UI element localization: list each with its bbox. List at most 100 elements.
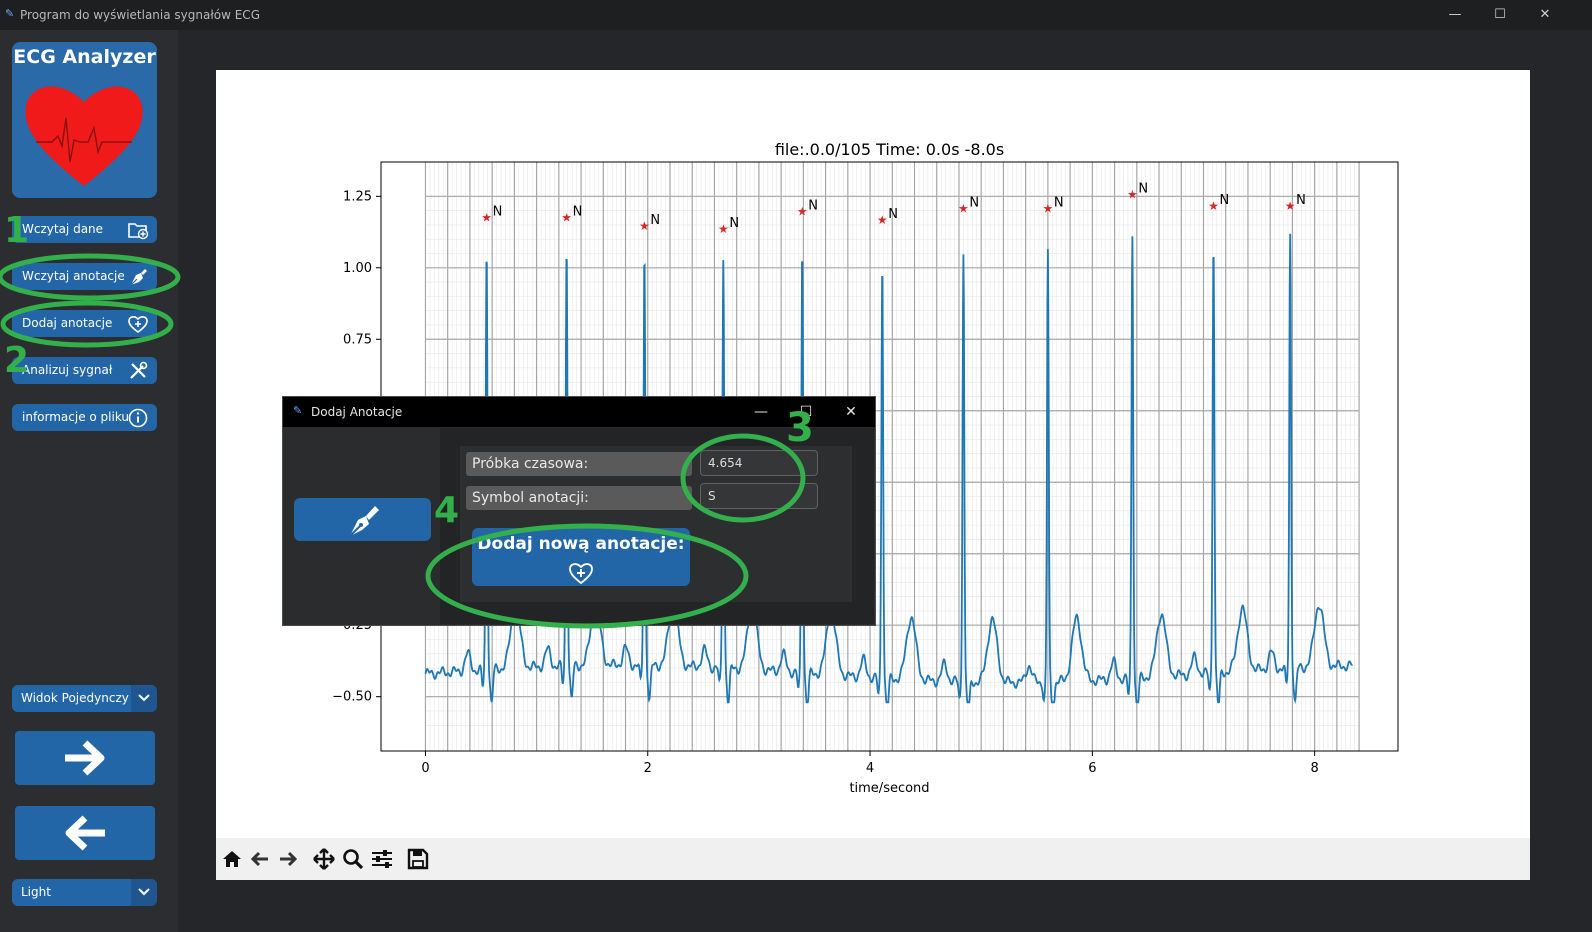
pen-icon bbox=[349, 506, 379, 537]
home-icon[interactable] bbox=[220, 848, 244, 870]
annotation-marker: ★ bbox=[718, 222, 729, 236]
annotation-symbol-label: N bbox=[650, 213, 660, 228]
dialog-form: Próbka czasowa: 4.654 Symbol anotacji: S… bbox=[460, 446, 852, 602]
annotation-marker: ★ bbox=[1043, 202, 1054, 216]
load-annotations-label: Wczytaj anotacje bbox=[22, 269, 125, 283]
zoom-icon[interactable] bbox=[341, 848, 365, 870]
y-tick-label: 1.25 bbox=[343, 189, 372, 204]
save-icon[interactable] bbox=[406, 848, 430, 870]
annotation-marker: ★ bbox=[797, 205, 808, 219]
annotation-symbol-label: N bbox=[729, 216, 739, 231]
analyze-signal-label: Analizuj sygnał bbox=[22, 363, 113, 377]
dialog-close-button[interactable]: ✕ bbox=[836, 401, 866, 423]
annotation-symbol-label: N bbox=[1296, 193, 1306, 208]
heart-plus-icon bbox=[128, 316, 148, 333]
configure-icon[interactable] bbox=[370, 848, 394, 870]
annotation-marker: ★ bbox=[1285, 199, 1296, 213]
time-sample-value: 4.654 bbox=[708, 456, 743, 470]
add-annotation-label: Dodaj anotacje bbox=[22, 316, 113, 330]
y-tick-label: 1.00 bbox=[343, 261, 372, 276]
view-mode-value: Widok Pojedynczy bbox=[21, 691, 129, 705]
minimize-button[interactable]: — bbox=[1440, 4, 1470, 26]
maximize-button[interactable]: ☐ bbox=[1485, 4, 1515, 26]
dialog-side-panel bbox=[284, 428, 440, 624]
x-tick-label: 4 bbox=[866, 761, 874, 776]
logo-title: ECG Analyzer bbox=[13, 46, 156, 68]
add-new-annotation-label: Dodaj nową anotacje: bbox=[477, 534, 685, 554]
view-mode-select[interactable]: Widok Pojedynczy bbox=[12, 685, 157, 712]
annotation-marker: ★ bbox=[1127, 187, 1138, 201]
x-axis-label: time/second bbox=[849, 781, 929, 796]
chevron-down-icon bbox=[138, 888, 150, 896]
arrow-left-icon bbox=[65, 815, 105, 851]
close-button[interactable]: ✕ bbox=[1530, 4, 1560, 26]
add-annotation-button[interactable]: Dodaj anotacje bbox=[12, 310, 157, 337]
pen-icon bbox=[130, 269, 147, 286]
annotation-marker: ★ bbox=[561, 210, 572, 224]
theme-select[interactable]: Light bbox=[12, 879, 157, 906]
folder-plus-icon bbox=[128, 223, 149, 240]
pan-icon[interactable] bbox=[312, 848, 336, 870]
add-new-annotation-button[interactable]: Dodaj nową anotacje: bbox=[472, 528, 690, 586]
annotation-symbol-label: N bbox=[1054, 196, 1064, 211]
x-tick-label: 6 bbox=[1088, 761, 1096, 776]
annotation-symbol-label: N bbox=[888, 207, 898, 222]
heart-plus-icon bbox=[569, 563, 593, 585]
annotation-symbol-label: N bbox=[969, 196, 979, 211]
annotation-symbol-label: N bbox=[808, 199, 818, 214]
annotation-symbol-label: N bbox=[1219, 193, 1229, 208]
annotation-symbol-input[interactable]: S bbox=[700, 483, 818, 509]
time-sample-label-text: Próbka czasowa: bbox=[472, 456, 589, 472]
next-segment-button[interactable] bbox=[15, 731, 155, 785]
load-data-button[interactable]: Wczytaj dane bbox=[12, 216, 157, 243]
window-title: Program do wyświetlania sygnałów ECG bbox=[20, 8, 260, 22]
dialog-form-panel: Próbka czasowa: 4.654 Symbol anotacji: S… bbox=[440, 428, 874, 624]
annotation-symbol-value: S bbox=[708, 489, 716, 503]
back-icon[interactable] bbox=[248, 848, 272, 870]
x-tick-label: 0 bbox=[421, 761, 429, 776]
callout-number-2: 2 bbox=[4, 340, 30, 381]
time-sample-input[interactable]: 4.654 bbox=[700, 450, 818, 476]
file-info-label: informacje o pliku bbox=[22, 410, 130, 424]
annotation-symbol-label: Symbol anotacji: bbox=[466, 486, 692, 510]
theme-dropdown[interactable] bbox=[131, 879, 157, 906]
dialog-title: Dodaj Anotacje bbox=[311, 405, 403, 419]
window-titlebar: ✎ Program do wyświetlania sygnałów ECG —… bbox=[0, 0, 1592, 30]
load-annotations-button[interactable]: Wczytaj anotacje bbox=[12, 263, 157, 290]
annotation-marker: ★ bbox=[958, 202, 969, 216]
arrow-right-icon bbox=[65, 740, 105, 776]
x-tick-label: 8 bbox=[1310, 761, 1318, 776]
dialog-pen-button[interactable] bbox=[294, 498, 431, 541]
chart-title: file:.0.0/105 Time: 0.0s -8.0s bbox=[775, 140, 1004, 159]
load-data-label: Wczytaj dane bbox=[22, 222, 104, 236]
annotation-marker: ★ bbox=[481, 210, 492, 224]
annotation-marker: ★ bbox=[1208, 199, 1219, 213]
annotation-symbol-label: N bbox=[493, 204, 503, 219]
heart-ecg-icon bbox=[25, 86, 143, 186]
annotation-symbol-label-text: Symbol anotacji: bbox=[472, 490, 589, 506]
info-icon bbox=[128, 408, 148, 428]
previous-segment-button[interactable] bbox=[15, 806, 155, 860]
time-sample-label: Próbka czasowa: bbox=[466, 452, 692, 476]
forward-icon[interactable] bbox=[276, 848, 300, 870]
app-logo: ECG Analyzer bbox=[12, 42, 157, 198]
annotation-marker: ★ bbox=[877, 213, 888, 227]
theme-value: Light bbox=[21, 885, 51, 899]
annotation-symbol-label: N bbox=[1138, 181, 1148, 196]
view-mode-dropdown[interactable] bbox=[131, 685, 157, 712]
app-feather-icon: ✎ bbox=[5, 7, 15, 20]
x-tick-label: 2 bbox=[644, 761, 652, 776]
y-tick-label: −0.50 bbox=[332, 690, 372, 705]
chevron-down-icon bbox=[138, 694, 150, 702]
annotation-symbol-label: N bbox=[573, 204, 583, 219]
annotation-marker: ★ bbox=[639, 219, 650, 233]
dialog-feather-icon: ✎ bbox=[293, 404, 303, 417]
callout-number-3: 3 bbox=[786, 405, 814, 451]
analyze-signal-button[interactable]: Analizuj sygnał bbox=[12, 357, 157, 384]
tools-icon bbox=[130, 361, 148, 379]
y-tick-label: 0.75 bbox=[343, 332, 372, 347]
file-info-button[interactable]: informacje o pliku bbox=[12, 404, 157, 431]
callout-number-1: 1 bbox=[4, 210, 30, 251]
dialog-minimize-button[interactable]: — bbox=[746, 401, 776, 423]
callout-number-4: 4 bbox=[434, 490, 460, 531]
